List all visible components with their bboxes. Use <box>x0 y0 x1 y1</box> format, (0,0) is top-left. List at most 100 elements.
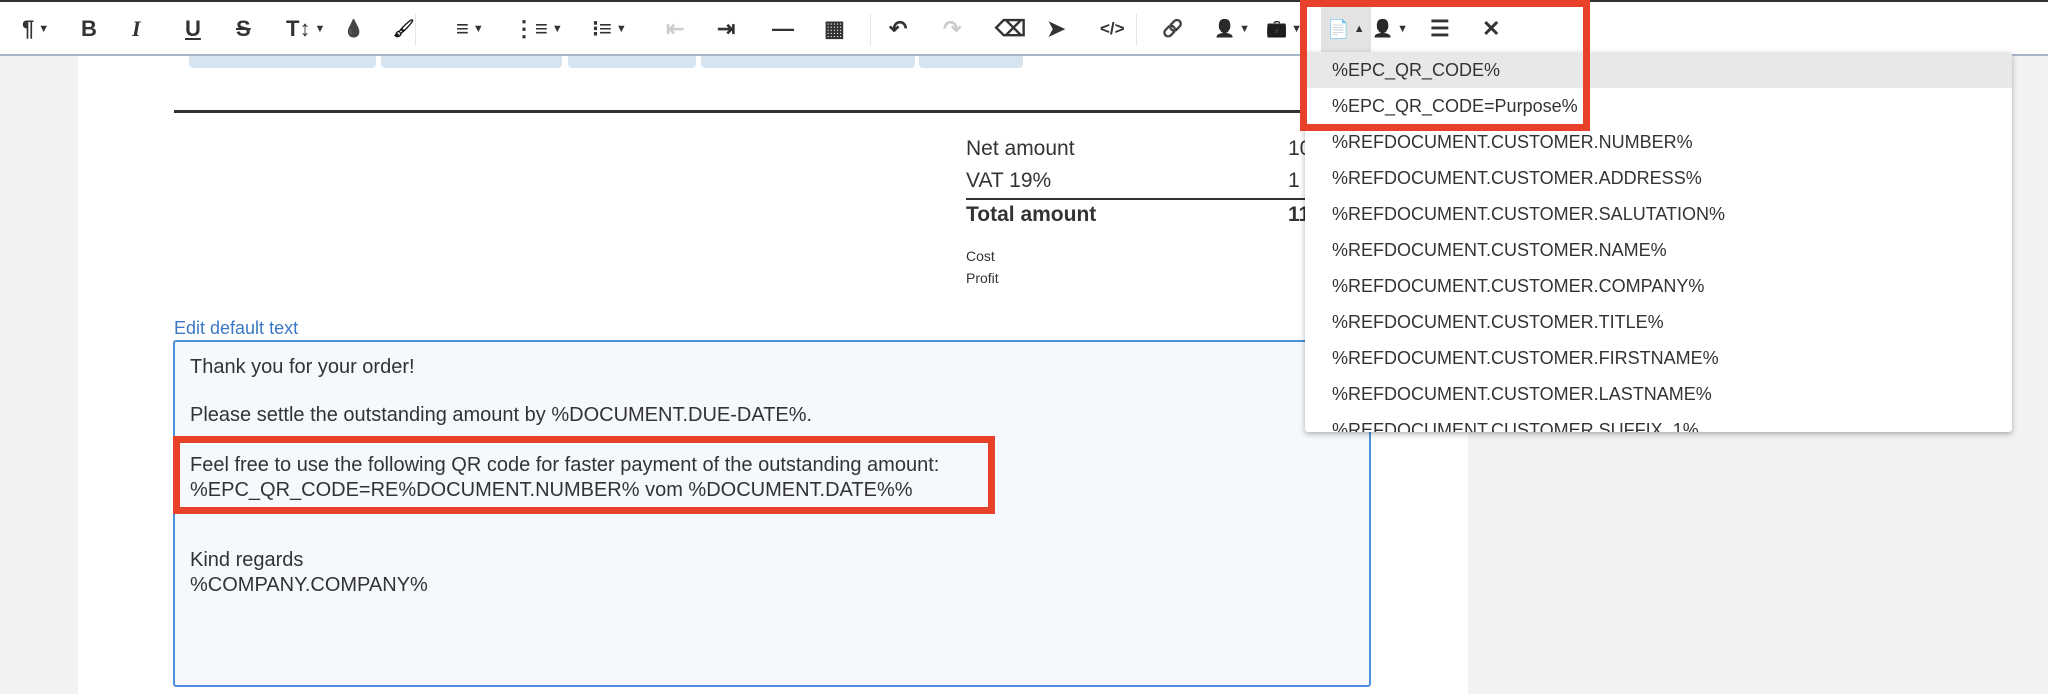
caret-down-icon: ▼ <box>1397 23 1409 35</box>
placeholder-menu-item[interactable]: %REFDOCUMENT.CUSTOMER.SALUTATION% <box>1305 196 2012 232</box>
document-icon: 📄 <box>1327 18 1350 39</box>
unordered-list-icon: ⁝≡ <box>592 16 612 41</box>
italic-button[interactable]: I <box>132 11 141 47</box>
profit-label: Profit <box>966 270 999 286</box>
toolbar-separator <box>870 14 871 46</box>
editor-toolbar: ¶ ▼ B I U S T↕ ▼ 💧 🖌 ≡ ▼ ⋮≡ ▼ ⁝≡ ▼ ⇤ ⇥ — ▦ ↶ ↷ ⌫ ➤ </> 🔗 👤 ▼ 💼 ▼ 📄 ▲ 👤 ▼ ☰… <box>0 2 2048 56</box>
horizontal-rule-button[interactable]: — <box>772 11 794 47</box>
editor-line: Thank you for your order! <box>190 356 415 378</box>
horizontal-rule-icon: — <box>772 16 794 41</box>
caret-down-icon: ▼ <box>38 23 50 35</box>
text-color-icon: 💧 <box>343 19 365 38</box>
brush-button[interactable]: 🖌 <box>393 11 415 47</box>
cost-label: Cost <box>966 248 995 264</box>
brush-icon: 🖌 <box>393 19 415 38</box>
outdent-icon: ⇤ <box>666 16 685 41</box>
link-button[interactable]: 🔗 <box>1162 11 1183 47</box>
eraser-button[interactable]: ⌫ <box>995 11 1026 47</box>
caret-down-icon: ▼ <box>615 23 627 35</box>
indent-icon: ⇥ <box>717 16 736 41</box>
text-color-button[interactable]: 💧 <box>343 11 364 47</box>
net-amount-label: Net amount <box>966 137 1075 160</box>
paragraph-button[interactable]: ¶ ▼ <box>22 11 49 47</box>
edit-default-text-link[interactable]: Edit default text <box>174 318 298 339</box>
code-button[interactable]: </> <box>1100 11 1125 47</box>
font-size-icon: T↕ <box>286 16 311 41</box>
tab-stub[interactable] <box>189 56 376 68</box>
briefcase-icon: 💼 <box>1266 19 1288 38</box>
vat-label: VAT 19% <box>966 169 1052 192</box>
caret-down-icon: ▼ <box>1239 23 1251 35</box>
table-button[interactable]: ▦ <box>824 11 845 47</box>
undo-button[interactable]: ↶ <box>889 11 907 47</box>
cursor-icon: ➤ <box>1047 16 1066 41</box>
placeholder-menu-item[interactable]: %REFDOCUMENT.CUSTOMER.SUFFIX_1% <box>1305 412 2012 432</box>
placeholder-menu-item[interactable]: %REFDOCUMENT.CUSTOMER.LASTNAME% <box>1305 376 2012 412</box>
font-size-button[interactable]: T↕ ▼ <box>286 11 325 47</box>
outdent-button[interactable]: ⇤ <box>666 11 684 47</box>
editor-line: %COMPANY.COMPANY% <box>190 574 428 596</box>
editor-line-qr-placeholder: %EPC_QR_CODE=RE%DOCUMENT.NUMBER% vom %DO… <box>190 479 913 501</box>
tab-stub[interactable] <box>701 56 915 68</box>
ordered-list-button[interactable]: ⋮≡ ▼ <box>513 11 563 47</box>
caret-up-icon: ▲ <box>1353 23 1365 35</box>
list-table-icon: ☰ <box>1430 16 1450 41</box>
person-tie-icon: 👤 <box>1372 19 1394 38</box>
placeholder-menu-item[interactable]: %REFDOCUMENT.CUSTOMER.COMPANY% <box>1305 268 2012 304</box>
tab-stub[interactable] <box>919 56 1023 68</box>
toolbar-separator <box>415 14 416 46</box>
total-amount-label: Total amount <box>966 203 1097 226</box>
editor-line: Feel free to use the following QR code f… <box>190 454 940 476</box>
caret-down-icon: ▼ <box>472 23 484 35</box>
align-icon: ≡ <box>456 16 469 41</box>
document-button[interactable]: 📄 ▲ <box>1321 6 1371 52</box>
link-icon: 🔗 <box>1162 19 1184 38</box>
person-tie-button[interactable]: 👤 ▼ <box>1372 11 1408 47</box>
underline-button[interactable]: U <box>185 11 201 47</box>
placeholder-menu-item[interactable]: %REFDOCUMENT.CUSTOMER.ADDRESS% <box>1305 160 2012 196</box>
user-button[interactable]: 👤 ▼ <box>1214 11 1250 47</box>
editor-line: Please settle the outstanding amount by … <box>190 404 813 426</box>
eraser-icon: ⌫ <box>995 16 1027 41</box>
undo-icon: ↶ <box>889 16 908 41</box>
underline-icon: U <box>185 16 201 41</box>
ordered-list-icon: ⋮≡ <box>513 16 548 41</box>
indent-button[interactable]: ⇥ <box>717 11 735 47</box>
totals-divider <box>966 198 1346 200</box>
close-button[interactable]: ✕ <box>1482 11 1500 47</box>
placeholder-menu-item[interactable]: %REFDOCUMENT.CUSTOMER.FIRSTNAME% <box>1305 340 2012 376</box>
tab-stub[interactable] <box>381 56 562 68</box>
code-icon: </> <box>1100 19 1125 38</box>
editor-line: Kind regards <box>190 549 304 571</box>
placeholder-menu-item[interactable]: %REFDOCUMENT.CUSTOMER.NUMBER% <box>1305 124 2012 160</box>
placeholder-menu-item[interactable]: %EPC_QR_CODE% <box>1305 52 2012 88</box>
bold-button[interactable]: B <box>81 11 97 47</box>
close-icon: ✕ <box>1482 16 1501 41</box>
paragraph-icon: ¶ <box>22 16 35 41</box>
default-text-editor[interactable]: Thank you for your order! Please settle … <box>173 340 1371 687</box>
vat-value: 1 <box>1288 169 1300 192</box>
user-icon: 👤 <box>1214 19 1236 38</box>
table-icon: ▦ <box>824 16 845 41</box>
strikethrough-button[interactable]: S <box>236 11 251 47</box>
list-table-button[interactable]: ☰ <box>1430 11 1450 47</box>
unordered-list-button[interactable]: ⁝≡ ▼ <box>592 11 627 47</box>
section-divider <box>174 110 1374 113</box>
caret-down-icon: ▼ <box>1291 23 1303 35</box>
italic-icon: I <box>132 16 141 41</box>
tab-stub[interactable] <box>568 56 696 68</box>
redo-icon: ↷ <box>943 16 962 41</box>
placeholder-menu-item[interactable]: %REFDOCUMENT.CUSTOMER.TITLE% <box>1305 304 2012 340</box>
placeholder-menu-item[interactable]: %EPC_QR_CODE=Purpose% <box>1305 88 2012 124</box>
align-button[interactable]: ≡ ▼ <box>456 11 484 47</box>
placeholder-menu-item[interactable]: %REFDOCUMENT.CUSTOMER.NAME% <box>1305 232 2012 268</box>
bold-icon: B <box>81 16 97 41</box>
caret-down-icon: ▼ <box>551 23 563 35</box>
caret-down-icon: ▼ <box>314 23 326 35</box>
briefcase-button[interactable]: 💼 ▼ <box>1266 11 1302 47</box>
strikethrough-icon: S <box>236 16 251 41</box>
toolbar-separator <box>1136 14 1137 46</box>
cursor-button[interactable]: ➤ <box>1047 11 1065 47</box>
placeholder-dropdown-menu: %EPC_QR_CODE% %EPC_QR_CODE=Purpose% %REFDO… <box>1305 52 2012 432</box>
redo-button[interactable]: ↷ <box>943 11 961 47</box>
